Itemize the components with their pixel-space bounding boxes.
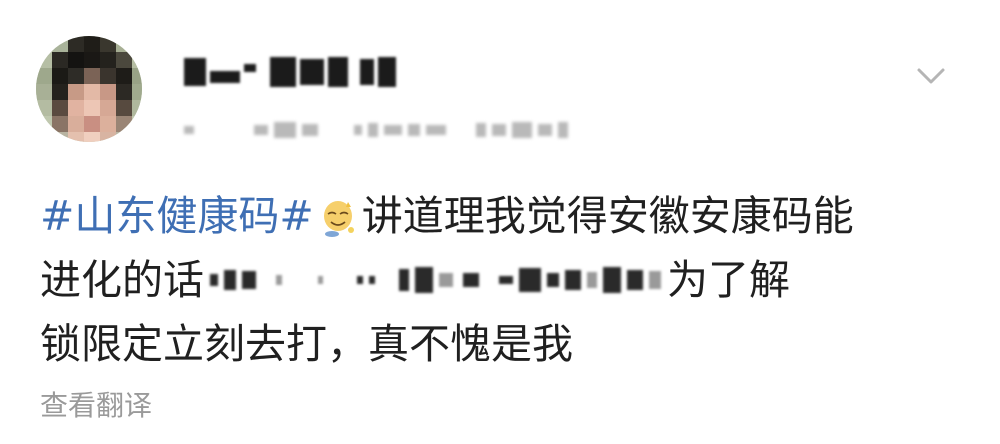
post-text-line-2-prefix: 进化的话 xyxy=(40,256,204,304)
user-avatar[interactable] xyxy=(36,36,142,142)
weibo-post-card: #山东健康码# 讲道理我觉得安徽安康码能 进化的话 为了解 锁限定立刻去打，真不… xyxy=(0,0,1000,444)
post-line-3: 锁限定立刻去打，真不愧是我 xyxy=(40,312,970,376)
post-text-line-2-suffix: 为了解 xyxy=(667,256,790,304)
post-text-line-3: 锁限定立刻去打，真不愧是我 xyxy=(40,320,573,368)
view-translation-link[interactable]: 查看翻译 xyxy=(40,384,152,424)
post-line-1: #山东健康码# 讲道理我觉得安徽安康码能 xyxy=(40,184,970,248)
post-text-line-1: 讲道理我觉得安徽安康码能 xyxy=(361,192,854,240)
post-content: #山东健康码# 讲道理我觉得安徽安康码能 进化的话 为了解 锁限定立刻去打，真不… xyxy=(40,184,970,376)
post-line-2: 进化的话 为了解 xyxy=(40,248,970,312)
username-redacted[interactable] xyxy=(184,52,396,92)
chevron-down-icon[interactable] xyxy=(914,62,948,90)
redacted-text xyxy=(210,260,661,300)
post-meta-redacted xyxy=(184,118,568,142)
hashtag-link[interactable]: #山东健康码# xyxy=(40,184,314,248)
sweat-smile-emoji-icon xyxy=(323,201,354,237)
